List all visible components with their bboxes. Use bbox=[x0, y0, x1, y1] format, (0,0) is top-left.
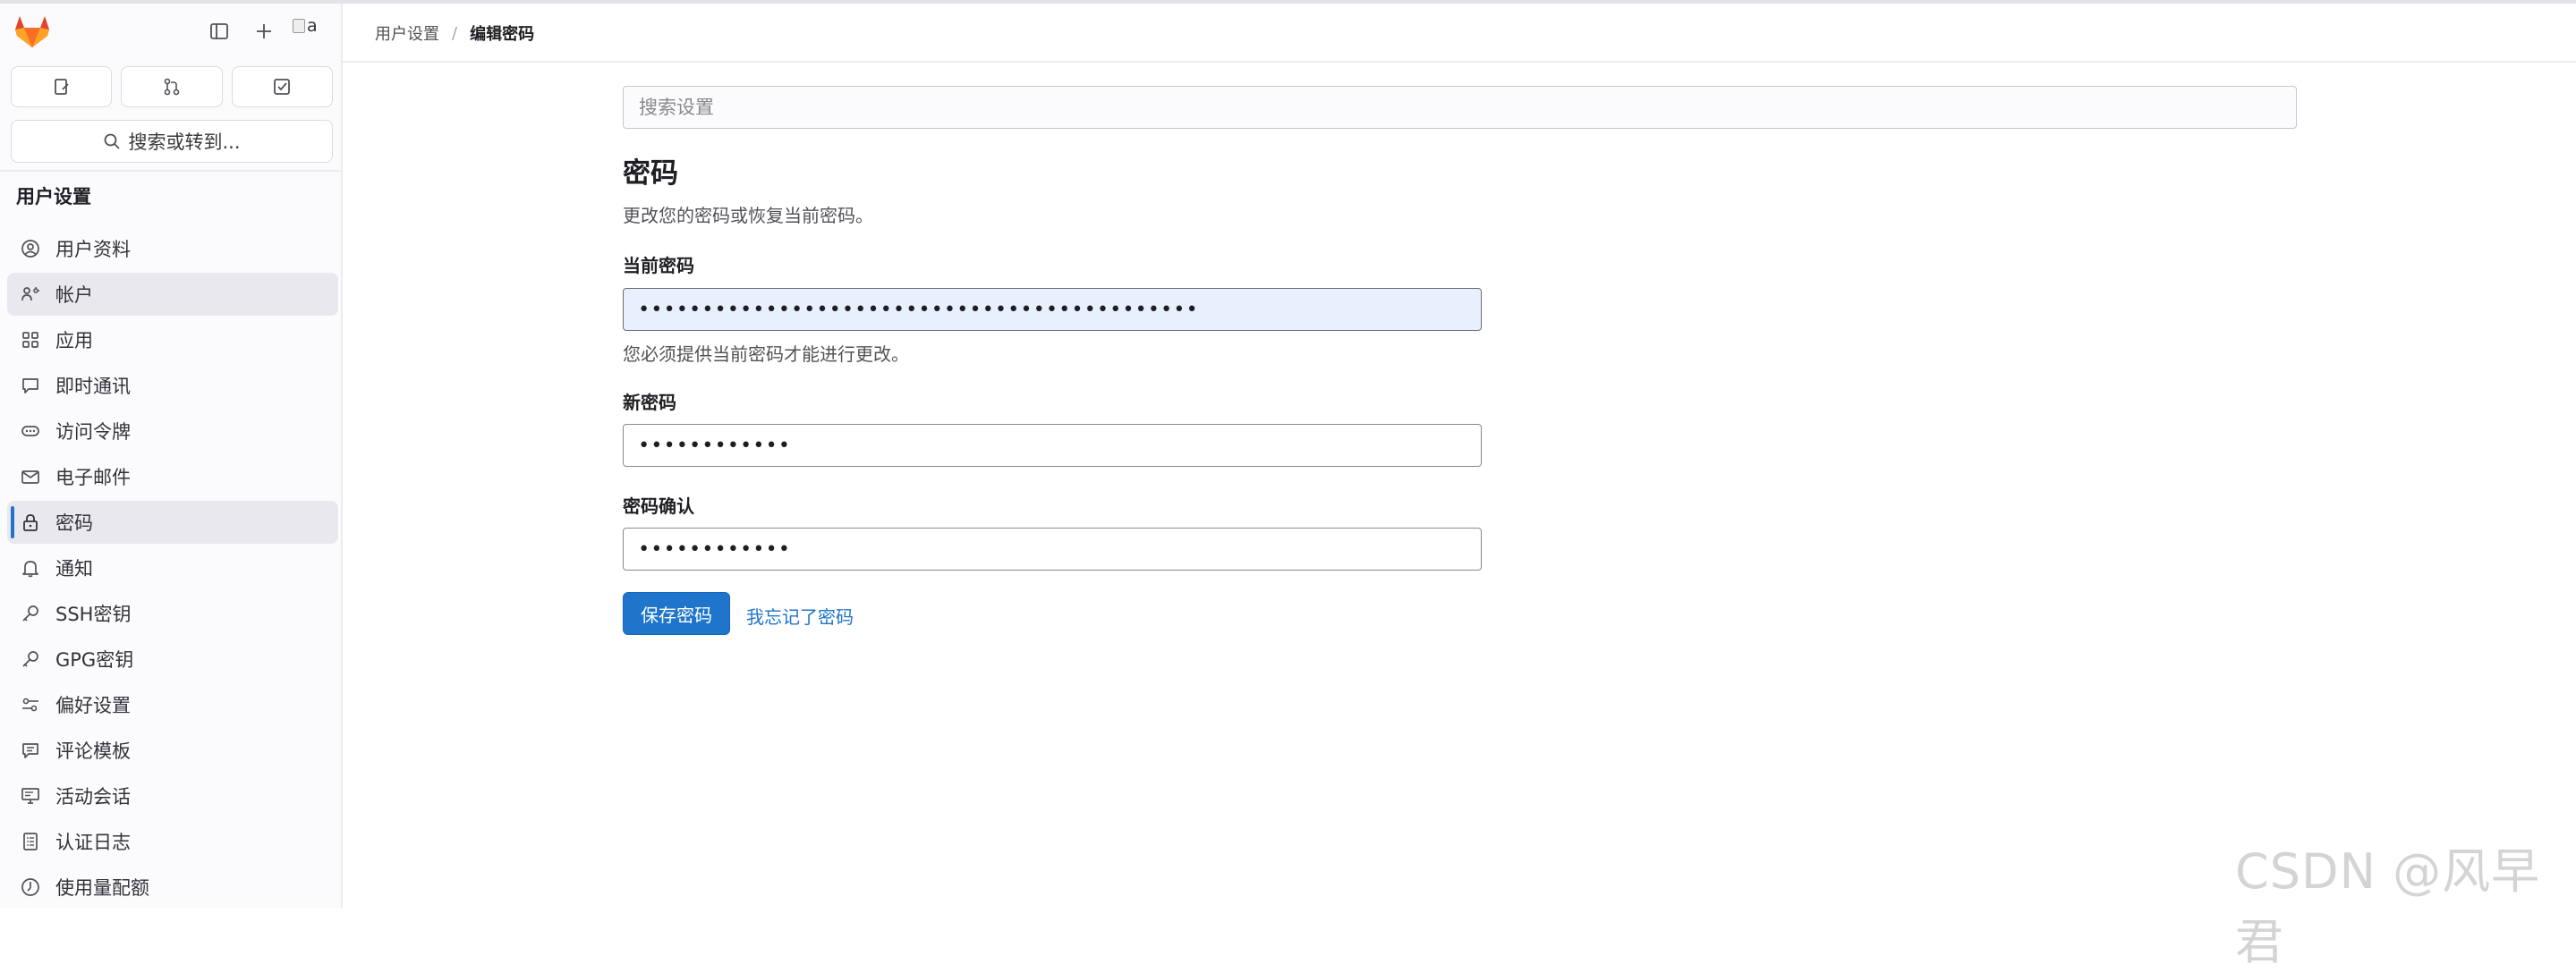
forgot-password-link[interactable]: 我忘记了密码 bbox=[746, 603, 854, 629]
sidebar-item-account[interactable]: 帐户 bbox=[7, 273, 338, 316]
key-icon bbox=[20, 648, 41, 670]
sidebar-item-label: 通知 bbox=[55, 558, 93, 580]
sidebar-item-chat[interactable]: 即时通讯 bbox=[7, 364, 338, 407]
sidebar-item-label: 偏好设置 bbox=[55, 695, 131, 716]
current-password-field[interactable] bbox=[623, 288, 1482, 331]
quick-actions bbox=[11, 66, 333, 109]
sidebar-item-emails[interactable]: 电子邮件 bbox=[7, 455, 338, 498]
toggle-sidebar-icon[interactable] bbox=[206, 18, 233, 45]
current-password-label: 当前密码 bbox=[623, 255, 694, 276]
sidebar-item-comment-templates[interactable]: 评论模板 bbox=[7, 729, 338, 772]
breadcrumb-separator: / bbox=[452, 23, 458, 43]
sidebar-item-notifications[interactable]: 通知 bbox=[7, 546, 338, 589]
sidebar-item-label: GPG密钥 bbox=[55, 649, 134, 671]
issues-button[interactable] bbox=[11, 66, 113, 107]
sidebar-item-label: 电子邮件 bbox=[55, 467, 131, 488]
lock-icon bbox=[20, 512, 41, 533]
sidebar-item-profile[interactable]: 用户资料 bbox=[7, 227, 338, 270]
save-password-button[interactable]: 保存密码 bbox=[623, 592, 730, 635]
todo-button[interactable] bbox=[231, 66, 333, 107]
breadcrumb: 用户设置 / 编辑密码 bbox=[375, 21, 534, 45]
sidebar-divider bbox=[0, 170, 341, 172]
new-password-field[interactable] bbox=[623, 424, 1482, 467]
plus-icon[interactable] bbox=[251, 18, 277, 45]
sidebar-item-preferences[interactable]: 偏好设置 bbox=[7, 683, 338, 726]
merge-requests-button[interactable] bbox=[121, 66, 223, 107]
current-password-help: 您必须提供当前密码才能进行更改。 bbox=[623, 343, 909, 365]
sidebar-item-label: 应用 bbox=[55, 330, 93, 351]
confirm-password-label: 密码确认 bbox=[623, 495, 694, 517]
sidebar-item-usage-quotas[interactable]: 使用量配额 bbox=[7, 866, 338, 909]
page-title: 密码 bbox=[623, 157, 678, 190]
sidebar-item-active-sessions[interactable]: 活动会话 bbox=[7, 774, 338, 817]
token-icon bbox=[20, 420, 41, 442]
monitor-icon bbox=[20, 785, 41, 807]
sidebar-item-label: 认证日志 bbox=[55, 832, 131, 853]
sidebar-section-title: 用户设置 bbox=[16, 186, 91, 207]
sidebar-item-label: SSH密钥 bbox=[55, 604, 132, 625]
main-content: 密码 更改您的密码或恢复当前密码。 当前密码 您必须提供当前密码才能进行更改。 … bbox=[343, 63, 2576, 908]
breadcrumb-user-settings[interactable]: 用户设置 bbox=[375, 21, 439, 45]
issues-icon bbox=[54, 79, 69, 95]
log-icon bbox=[20, 831, 41, 852]
sidebar-item-label: 帐户 bbox=[55, 284, 93, 306]
search-or-goto-label: 搜索或转到... bbox=[128, 131, 241, 153]
preferences-icon bbox=[20, 694, 41, 715]
new-password-label: 新密码 bbox=[623, 392, 676, 413]
sidebar: a 搜索或转到... 用户设置 用户资料 帐户 应用 即时通讯 访问令牌 电子邮… bbox=[0, 4, 343, 908]
sidebar-item-access-tokens[interactable]: 访问令牌 bbox=[7, 410, 338, 453]
key-icon bbox=[20, 603, 41, 624]
sidebar-item-gpg-keys[interactable]: GPG密钥 bbox=[7, 638, 338, 681]
sidebar-item-password[interactable]: 密码 bbox=[7, 501, 338, 544]
search-settings-input[interactable] bbox=[623, 86, 2297, 129]
applications-icon bbox=[20, 329, 41, 351]
bell-icon bbox=[20, 557, 41, 579]
sidebar-item-label: 用户资料 bbox=[55, 239, 131, 260]
sidebar-item-applications[interactable]: 应用 bbox=[7, 318, 338, 361]
user-circle-icon bbox=[20, 238, 41, 259]
sidebar-item-label: 即时通讯 bbox=[55, 376, 131, 397]
sidebar-item-label: 活动会话 bbox=[55, 786, 131, 808]
top-bar: 用户设置 / 编辑密码 bbox=[343, 4, 2576, 63]
broken-image-icon bbox=[293, 19, 305, 33]
account-icon bbox=[20, 283, 41, 305]
comment-template-icon bbox=[20, 740, 41, 761]
page-description: 更改您的密码或恢复当前密码。 bbox=[623, 205, 873, 226]
sidebar-header: a bbox=[0, 4, 341, 59]
avatar[interactable]: a bbox=[293, 16, 327, 47]
sidebar-item-label: 密码 bbox=[55, 512, 93, 534]
confirm-password-field[interactable] bbox=[623, 528, 1482, 571]
sidebar-item-label: 评论模板 bbox=[55, 740, 131, 762]
sidebar-item-label: 使用量配额 bbox=[55, 877, 149, 899]
breadcrumb-current[interactable]: 编辑密码 bbox=[470, 21, 534, 45]
watermark: CSDN @风早君 bbox=[2235, 843, 2541, 970]
sidebar-item-authentication-log[interactable]: 认证日志 bbox=[7, 820, 338, 863]
todo-icon bbox=[274, 79, 291, 95]
merge-request-icon bbox=[164, 78, 180, 96]
mail-icon bbox=[20, 466, 41, 487]
search-icon bbox=[105, 133, 121, 149]
avatar-alt-text: a bbox=[307, 16, 318, 36]
sidebar-nav: 用户资料 帐户 应用 即时通讯 访问令牌 电子邮件 密码 通知 SSH密钥 GP… bbox=[7, 227, 338, 911]
sidebar-item-ssh-keys[interactable]: SSH密钥 bbox=[7, 592, 338, 635]
search-or-goto-button[interactable]: 搜索或转到... bbox=[11, 120, 333, 163]
chat-icon bbox=[20, 375, 41, 396]
sidebar-item-label: 访问令牌 bbox=[55, 421, 131, 443]
quota-icon bbox=[20, 876, 41, 898]
gitlab-logo-icon[interactable] bbox=[14, 14, 50, 48]
